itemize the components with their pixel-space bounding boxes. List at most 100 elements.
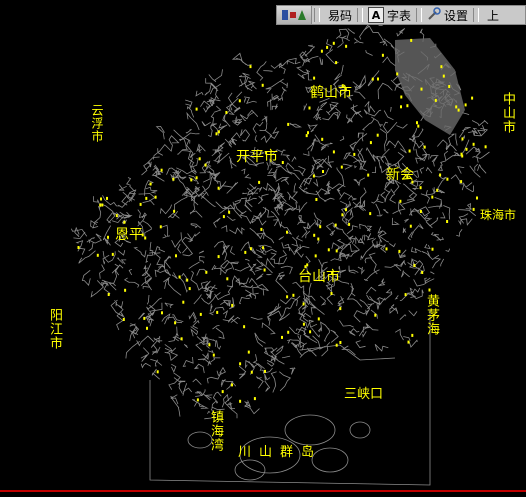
place-marker (332, 150, 335, 154)
place-marker (369, 212, 372, 216)
place-marker (317, 317, 320, 321)
map-label-kaiping: 开平市 (236, 149, 278, 165)
place-marker (476, 196, 478, 200)
place-marker (484, 145, 487, 149)
place-marker (369, 141, 372, 145)
place-marker (281, 335, 283, 339)
place-marker (111, 252, 114, 256)
place-marker (334, 223, 337, 227)
toolbar-separator (314, 8, 320, 22)
place-marker (161, 311, 163, 315)
map-label-zhenhaiwan: 镇海湾 (208, 410, 223, 452)
map-label-heshan: 鹤山市 (310, 85, 352, 101)
place-marker (96, 253, 99, 257)
place-marker (413, 264, 416, 267)
place-marker (396, 72, 399, 76)
place-marker (216, 310, 219, 314)
tools-icon (427, 6, 441, 24)
place-marker (302, 322, 305, 326)
road-network (70, 13, 490, 486)
place-marker (182, 300, 185, 304)
place-marker (304, 265, 307, 269)
place-marker (149, 182, 152, 186)
place-marker (404, 293, 407, 297)
place-marker (286, 295, 289, 299)
place-marker (139, 202, 142, 206)
place-marker (410, 38, 413, 42)
place-marker (264, 369, 266, 373)
map-label-yunfu: 云浮市 (90, 104, 104, 143)
map-label-yangjiang: 阳江市 (47, 308, 62, 350)
place-marker (239, 362, 242, 366)
place-marker (100, 197, 102, 201)
place-marker (345, 208, 347, 212)
ime-logo-icon[interactable] (277, 6, 312, 24)
place-marker (99, 203, 102, 207)
place-marker (175, 254, 177, 258)
up-button[interactable]: 上 (481, 6, 502, 24)
place-marker (221, 390, 224, 394)
map-canvas[interactable] (0, 0, 526, 497)
place-marker (419, 186, 422, 190)
place-marker (464, 103, 467, 107)
char-table-button[interactable]: A 字表 (365, 6, 414, 24)
toolbar-separator (416, 8, 423, 22)
place-marker (371, 77, 374, 81)
place-marker (457, 108, 460, 112)
place-marker (305, 134, 308, 138)
place-marker (107, 235, 109, 239)
place-marker (460, 152, 463, 156)
place-marker (217, 255, 220, 259)
place-marker (436, 188, 439, 192)
place-marker (160, 168, 163, 172)
place-marker (173, 209, 176, 213)
place-marker (339, 307, 342, 311)
place-marker (225, 111, 228, 114)
place-marker (281, 161, 284, 164)
place-marker (196, 398, 199, 402)
place-marker (317, 237, 320, 241)
map-label-huangmaohai: 黄茅海 (424, 294, 439, 336)
place-marker (199, 312, 202, 316)
place-marker (239, 399, 242, 403)
place-marker (212, 353, 215, 357)
map-label-zhuhai: 珠海市 (480, 208, 517, 222)
place-marker (446, 220, 449, 223)
mode-button[interactable]: 易码 (322, 6, 355, 24)
place-marker (448, 85, 451, 88)
place-marker (327, 248, 330, 252)
place-marker (345, 44, 348, 48)
place-marker (376, 133, 379, 137)
place-marker (319, 225, 322, 229)
place-marker (465, 147, 468, 151)
place-marker (215, 132, 218, 136)
place-marker (124, 288, 127, 292)
place-marker (306, 263, 309, 267)
place-marker (400, 105, 402, 109)
place-marker (431, 247, 434, 251)
place-marker (460, 180, 463, 184)
place-marker (188, 287, 191, 291)
place-marker (222, 215, 225, 219)
place-marker (461, 137, 464, 141)
place-marker (431, 195, 434, 199)
place-marker (195, 107, 198, 111)
place-marker (115, 214, 118, 218)
place-marker (122, 318, 125, 321)
place-marker (408, 149, 411, 153)
place-marker (398, 249, 401, 253)
place-marker (159, 225, 162, 229)
place-marker (190, 178, 193, 182)
place-marker (178, 275, 181, 279)
place-marker (217, 186, 220, 190)
place-marker (409, 224, 412, 228)
place-marker (312, 174, 315, 178)
settings-button[interactable]: 设置 (424, 6, 471, 24)
place-marker (374, 313, 377, 317)
place-marker (335, 249, 338, 253)
place-marker (226, 277, 229, 281)
place-marker (309, 330, 312, 334)
place-marker (421, 271, 424, 274)
place-marker (287, 330, 290, 334)
place-marker (208, 343, 211, 347)
